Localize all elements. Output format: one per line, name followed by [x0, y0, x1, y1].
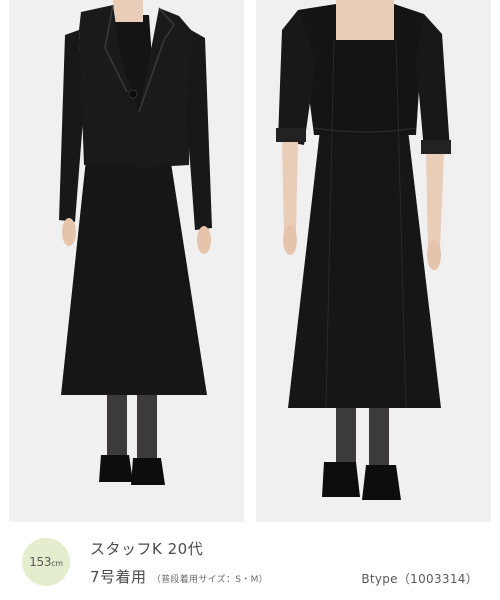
- size-line: 7号着用 （普段着用サイズ：S・M）: [90, 566, 268, 587]
- usual-size-note: （普段着用サイズ：S・M）: [151, 575, 268, 585]
- height-text: 153cm: [29, 555, 63, 569]
- model-dress-illustration: [256, 0, 491, 522]
- photo-dress-only: [256, 0, 491, 522]
- height-badge: 153cm: [22, 538, 70, 586]
- photo-jacket-and-dress: [9, 0, 244, 522]
- staff-name: スタッフK 20代: [90, 540, 204, 558]
- size-worn: 7号着用: [90, 568, 147, 586]
- model-jacket-illustration: [9, 0, 244, 522]
- product-type-code: Btype（1003314）: [361, 572, 478, 586]
- height-value: 153: [29, 555, 52, 569]
- height-unit: cm: [51, 559, 63, 568]
